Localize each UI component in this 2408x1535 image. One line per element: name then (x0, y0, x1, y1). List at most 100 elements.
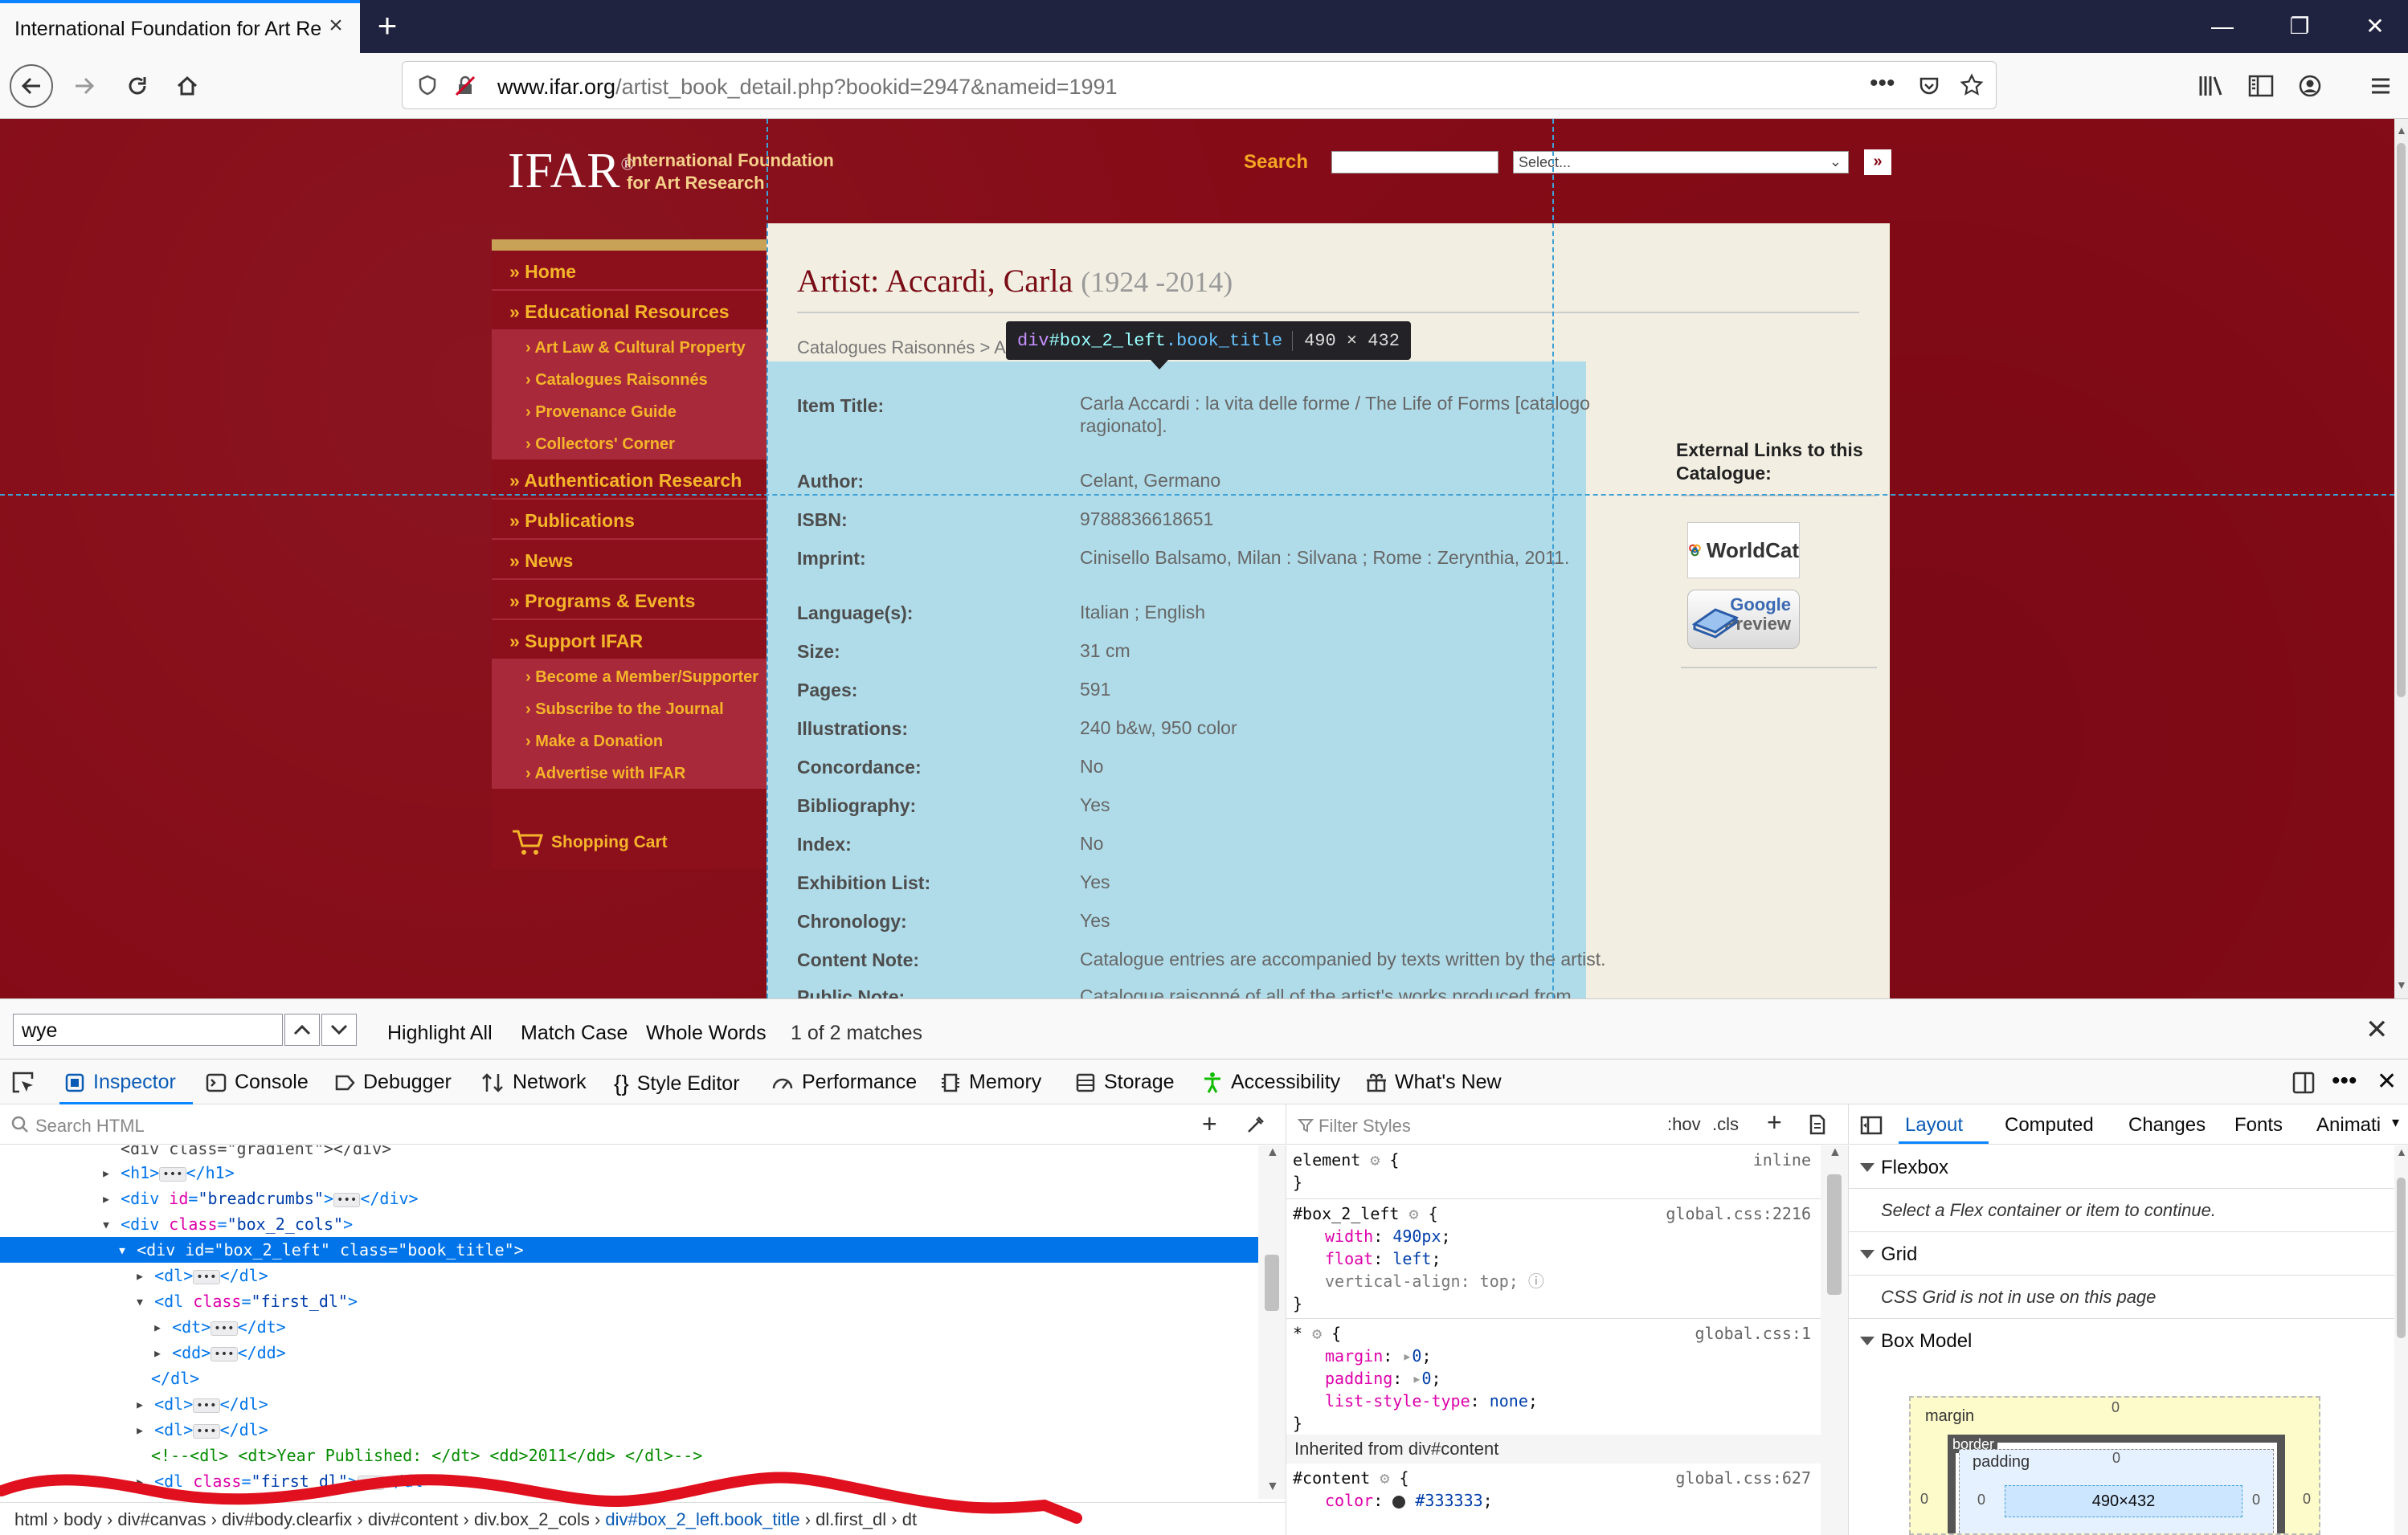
rule-selector[interactable]: * ⚙ {global.css:1 (1286, 1322, 1821, 1345)
box-model-section-header[interactable]: Box Model (1849, 1319, 2394, 1362)
sidebar-icon[interactable] (2248, 74, 2274, 98)
rule-declaration[interactable]: width: 490px; (1286, 1225, 1821, 1247)
shield-icon[interactable] (417, 75, 438, 96)
bm-margin-top[interactable]: 0 (2112, 1399, 2120, 1416)
nav-subitem-make-donation[interactable]: › Make a Donation (492, 725, 767, 757)
markup-node[interactable]: ▾ <div class="box_2_cols"> (0, 1211, 1258, 1237)
hover-toggle[interactable]: :hov (1667, 1114, 1701, 1135)
markup-node[interactable]: ▸ <dl> ••• </dl> (0, 1417, 1258, 1443)
tab-debugger[interactable]: Debugger (334, 1071, 452, 1094)
tab-whats-new[interactable]: What's New (1366, 1071, 1502, 1094)
markup-node[interactable]: <div class="gradient"></div> (0, 1145, 1258, 1160)
rule-declaration[interactable]: list-style-type: none; (1286, 1390, 1821, 1412)
bm-padding-top[interactable]: 0 (2112, 1450, 2120, 1467)
bm-content-size[interactable]: 490×432 (2005, 1485, 2242, 1517)
bm-margin-left[interactable]: 0 (1920, 1491, 1928, 1508)
tab-close-button[interactable]: × (320, 10, 352, 42)
markup-scrollbar[interactable]: ▲ ▼ (1258, 1145, 1286, 1499)
nav-item-support-ifar[interactable]: » Support IFAR (492, 620, 767, 660)
bm-padding-left[interactable]: 0 (1977, 1492, 1985, 1508)
nav-subitem-art-law[interactable]: › Art Law & Cultural Property (492, 331, 767, 363)
url-bar[interactable]: www.ifar.org/artist_book_detail.php?book… (402, 61, 1997, 109)
markup-node[interactable]: ▸ <h1> ••• </h1> (0, 1160, 1258, 1186)
bm-padding-right[interactable]: 0 (2252, 1492, 2260, 1508)
browser-tab[interactable]: International Foundation for Art Re (0, 0, 360, 53)
forward-button[interactable] (63, 64, 106, 108)
highlight-all-toggle[interactable]: Highlight All (387, 1022, 493, 1045)
nav-subitem-become-member[interactable]: › Become a Member/Supporter (492, 660, 767, 692)
bm-margin-right[interactable]: 0 (2303, 1491, 2311, 1508)
nav-item-home[interactable]: » Home (492, 251, 767, 291)
tab-layout[interactable]: Layout (1905, 1114, 1963, 1137)
search-category-select[interactable]: Select... ⌄ (1513, 151, 1849, 174)
nav-subitem-advertise[interactable]: › Advertise with IFAR (492, 757, 767, 789)
scrollbar-thumb[interactable] (1265, 1255, 1279, 1311)
search-html-input[interactable]: Search HTML + (0, 1104, 1286, 1145)
bookmark-star-icon[interactable] (1960, 73, 1984, 97)
markup-node[interactable]: ▸ <dd> ••• </dd> (0, 1340, 1258, 1366)
tab-accessibility[interactable]: Accessibility (1202, 1071, 1340, 1094)
layout-scrollbar[interactable]: ▲ (2394, 1145, 2408, 1535)
new-tab-button[interactable]: + (368, 8, 407, 47)
url-text[interactable]: www.ifar.org/artist_book_detail.php?book… (497, 75, 1118, 100)
toggle-pane-icon[interactable] (1860, 1116, 1883, 1135)
page-scrollbar[interactable]: ▲ ▼ (2394, 119, 2408, 998)
flexbox-section-header[interactable]: Flexbox (1849, 1145, 2394, 1189)
rule-declaration[interactable]: float: left; (1286, 1247, 1821, 1270)
match-case-toggle[interactable]: Match Case (521, 1022, 628, 1045)
google-preview-link[interactable]: Google Preview (1687, 590, 1800, 649)
rule-selector[interactable]: #content ⚙ {global.css:627 (1286, 1467, 1821, 1489)
page-actions-icon[interactable]: ••• (1870, 70, 1895, 97)
grid-section-header[interactable]: Grid (1849, 1232, 2394, 1276)
close-window-button[interactable]: ✕ (2351, 6, 2399, 47)
markup-node[interactable]: </dl> (0, 1366, 1258, 1391)
markup-node[interactable]: ▸ <dl> ••• </dl> (0, 1391, 1258, 1417)
markup-node[interactable]: ▸ <dl> ••• </dl> (0, 1263, 1258, 1288)
scrollbar-thumb[interactable] (2397, 1178, 2406, 1338)
rule-selector[interactable]: element ⚙ {inline (1286, 1149, 1821, 1171)
markup-node[interactable]: ▸ <div id="breadcrumbs"> ••• </div> (0, 1186, 1258, 1211)
print-media-icon[interactable] (1809, 1114, 1826, 1135)
tab-fonts[interactable]: Fonts (2234, 1114, 2283, 1137)
tabs-overflow-icon[interactable]: ▾ (2392, 1114, 2399, 1131)
minimize-button[interactable]: — (2198, 6, 2247, 47)
filter-styles-input[interactable]: Filter Styles (1318, 1116, 1411, 1136)
nav-subitem-collectors-corner[interactable]: › Collectors' Corner (492, 427, 767, 459)
tab-animations[interactable]: Animati (2316, 1114, 2387, 1137)
markup-node-selected[interactable]: ▾ <div id="box_2_left" class="book_title… (0, 1237, 1258, 1263)
back-button[interactable] (10, 64, 53, 108)
tab-network[interactable]: Network (480, 1071, 587, 1094)
color-swatch[interactable] (1392, 1495, 1406, 1508)
nav-subitem-catalogues-raisonnes[interactable]: › Catalogues Raisonnés (492, 363, 767, 395)
rule-declaration[interactable]: vertical-align: top; ⓘ (1286, 1270, 1821, 1292)
search-input[interactable] (1331, 151, 1498, 174)
css-rules-view[interactable]: element ⚙ {inline } #box_2_left ⚙ {globa… (1286, 1145, 1821, 1535)
tab-console[interactable]: Console (206, 1071, 309, 1094)
restore-button[interactable]: ❐ (2275, 6, 2324, 47)
tab-style-editor[interactable]: {} Style Editor (614, 1071, 740, 1096)
hamburger-menu-icon[interactable] (2370, 76, 2391, 96)
add-rule-button[interactable]: + (1767, 1108, 1782, 1137)
markup-view[interactable]: <div class="gradient"></div> ▸ <h1> ••• </… (0, 1145, 1258, 1499)
search-go-button[interactable]: » (1864, 149, 1891, 175)
nav-item-educational-resources[interactable]: » Educational Resources (492, 291, 767, 331)
account-icon[interactable] (2298, 74, 2322, 98)
tab-inspector[interactable]: Inspector (64, 1071, 176, 1094)
tab-memory[interactable]: Memory (940, 1071, 1041, 1094)
ifar-logo[interactable]: IFAR® (508, 143, 635, 200)
markup-comment[interactable]: <!--<dl> <dt>Year Published: </dt> <dd>2… (0, 1443, 1258, 1468)
find-next-button[interactable] (321, 1014, 357, 1046)
rule-declaration[interactable]: color: #333333; (1286, 1489, 1821, 1512)
library-icon[interactable] (2198, 74, 2224, 98)
nav-item-programs-events[interactable]: » Programs & Events (492, 580, 767, 620)
home-button[interactable] (166, 64, 209, 108)
nav-subitem-subscribe-journal[interactable]: › Subscribe to the Journal (492, 692, 767, 725)
worldcat-link[interactable]: WorldCat (1687, 522, 1800, 578)
reload-button[interactable] (116, 64, 159, 108)
markup-node[interactable]: ▸ <dt> ••• </dt> (0, 1314, 1258, 1340)
insecure-lock-icon[interactable] (454, 75, 476, 97)
markup-node[interactable]: ▾ <dl class="first_dl"> (0, 1288, 1258, 1314)
nav-subitem-provenance-guide[interactable]: › Provenance Guide (492, 395, 767, 427)
rules-scrollbar[interactable]: ▲ (1821, 1145, 1848, 1535)
find-close-button[interactable]: ✕ (2365, 1014, 2389, 1046)
